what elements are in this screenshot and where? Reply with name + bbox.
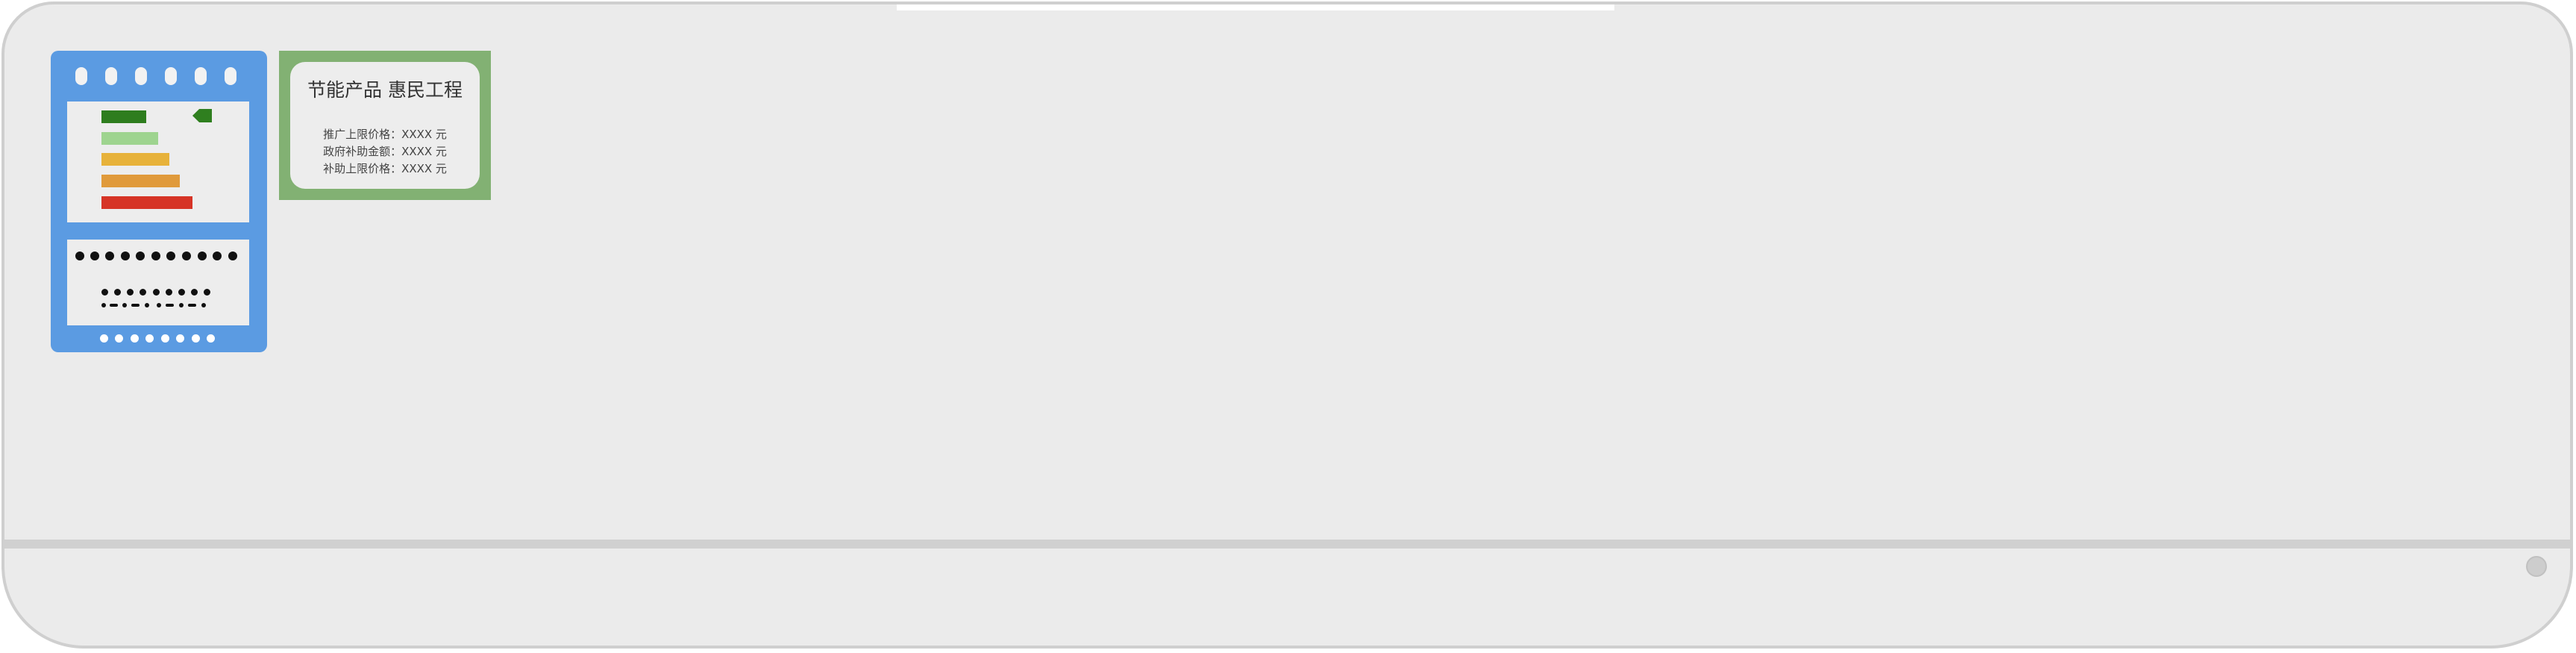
info-dot bbox=[105, 251, 114, 260]
grade-bar-1 bbox=[101, 110, 146, 123]
footer-dot bbox=[115, 334, 123, 343]
info-dot bbox=[182, 251, 191, 260]
subsidy-label-card: 节能产品 惠民工程 推广上限价格：XXXX 元 政府补助金额：XXXX 元 补助… bbox=[290, 62, 480, 189]
status-light-icon bbox=[2526, 556, 2547, 577]
info-dot bbox=[101, 303, 106, 307]
top-notch bbox=[897, 4, 1614, 10]
info-dot bbox=[151, 251, 160, 260]
info-dot bbox=[145, 303, 149, 307]
footer-dot bbox=[100, 334, 108, 343]
info-dot bbox=[121, 251, 130, 260]
footer-dot bbox=[161, 334, 169, 343]
info-dot bbox=[198, 251, 207, 260]
info-dot bbox=[136, 251, 145, 260]
footer-dot bbox=[207, 334, 215, 343]
efficiency-grade-panel bbox=[67, 101, 249, 222]
info-dash bbox=[110, 304, 118, 307]
label-info-panel bbox=[67, 240, 249, 325]
info-dot bbox=[213, 251, 222, 260]
info-dot bbox=[166, 289, 172, 296]
info-dot bbox=[90, 251, 99, 260]
info-dot bbox=[191, 289, 198, 296]
info-dot bbox=[101, 289, 108, 296]
info-dot bbox=[166, 251, 175, 260]
subsidy-line: 推广上限价格：XXXX 元 bbox=[323, 128, 447, 141]
grade-indicator-arrow-icon bbox=[192, 109, 212, 122]
footer-dot bbox=[145, 334, 154, 343]
label-hole bbox=[105, 67, 117, 85]
info-dot bbox=[179, 303, 184, 307]
grade-bar-2 bbox=[101, 132, 158, 145]
label-hole bbox=[135, 67, 147, 85]
footer-dot bbox=[192, 334, 200, 343]
info-dot bbox=[157, 303, 161, 307]
subsidy-line: 补助上限价格：XXXX 元 bbox=[323, 162, 447, 175]
subsidy-title: 节能产品 惠民工程 bbox=[307, 79, 463, 101]
info-dot bbox=[114, 289, 121, 296]
footer-dot bbox=[131, 334, 139, 343]
info-dot bbox=[178, 289, 185, 296]
label-hole bbox=[225, 67, 236, 85]
info-dot bbox=[201, 303, 206, 307]
grade-bar-5 bbox=[101, 196, 192, 209]
info-dot bbox=[122, 303, 127, 307]
footer-dot bbox=[176, 334, 184, 343]
info-dash bbox=[188, 304, 196, 307]
info-dot bbox=[153, 289, 160, 296]
info-dot bbox=[127, 289, 134, 296]
info-dash bbox=[131, 304, 140, 307]
info-dot bbox=[140, 289, 146, 296]
subsidy-label: 节能产品 惠民工程 推广上限价格：XXXX 元 政府补助金额：XXXX 元 补助… bbox=[279, 51, 491, 200]
info-dash bbox=[166, 304, 174, 307]
grade-bar-4 bbox=[101, 175, 180, 187]
energy-efficiency-label bbox=[51, 51, 267, 352]
info-dot bbox=[228, 251, 237, 260]
info-dot bbox=[75, 251, 84, 260]
subsidy-line: 政府补助金额：XXXX 元 bbox=[323, 145, 447, 158]
vent-divider bbox=[4, 540, 2570, 549]
grade-bar-3 bbox=[101, 153, 169, 166]
label-hole bbox=[165, 67, 177, 85]
info-dot bbox=[204, 289, 210, 296]
label-hole bbox=[75, 67, 87, 85]
air-conditioner-body: 节能产品 惠民工程 推广上限价格：XXXX 元 政府补助金额：XXXX 元 补助… bbox=[1, 1, 2573, 649]
label-hole bbox=[195, 67, 207, 85]
